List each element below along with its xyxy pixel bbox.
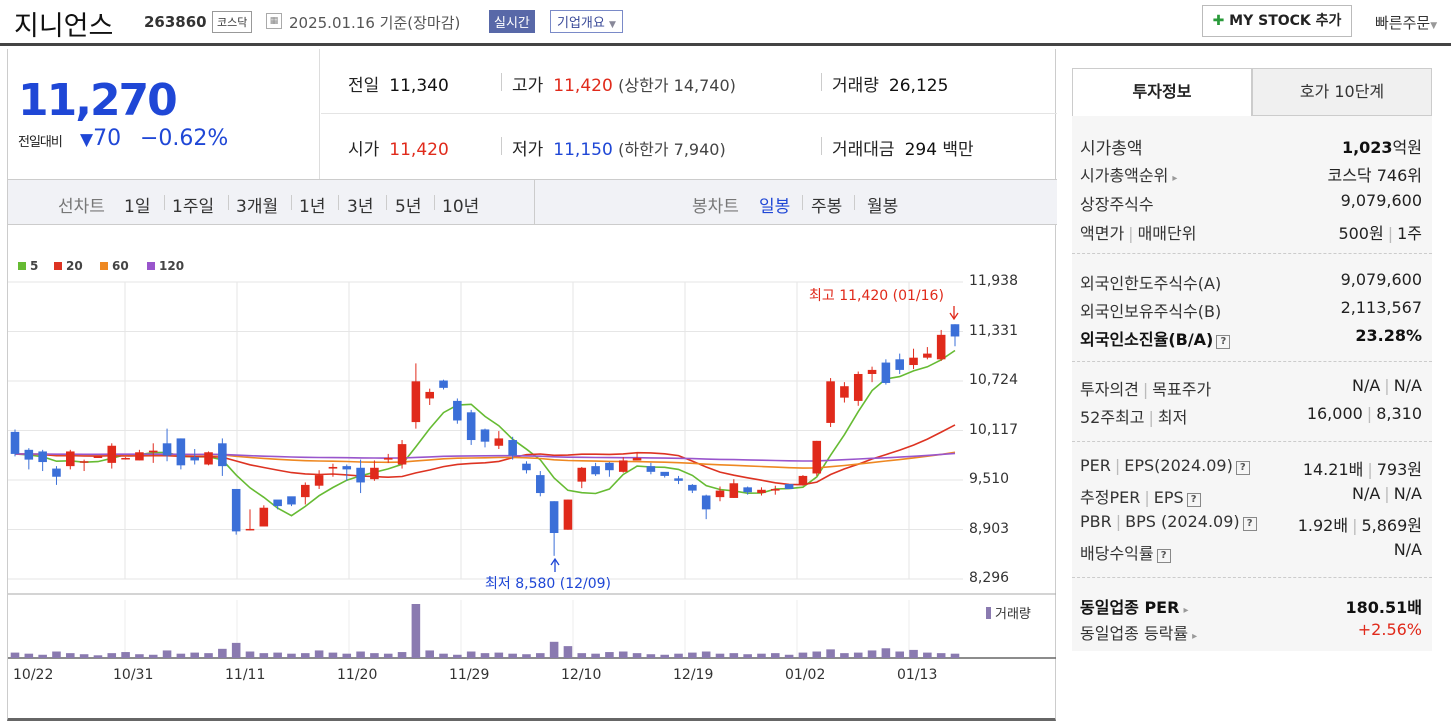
period-3m[interactable]: 3개월 bbox=[236, 192, 278, 217]
low-price: 저가 11,150 (하한가 7,940) bbox=[512, 140, 726, 160]
price-tick-label: 10,724 bbox=[969, 372, 1018, 388]
period-1y[interactable]: 1년 bbox=[299, 192, 325, 217]
open-price: 시가 11,420 bbox=[348, 140, 449, 160]
period-5y[interactable]: 5년 bbox=[395, 192, 421, 217]
estimated-per-eps: 추정PER | EPS? N/A | N/A bbox=[1080, 484, 1422, 507]
high-price: 고가 11,420 (상한가 14,740) bbox=[512, 76, 736, 96]
company-overview-dropdown[interactable]: 기업개요 ▼ bbox=[550, 10, 623, 33]
price-tick-label: 11,938 bbox=[969, 273, 1018, 289]
foreign-holding: 외국인보유주식수(B) 2,113,567 bbox=[1080, 298, 1422, 321]
stock-code: 263860 bbox=[144, 13, 207, 31]
date-tick-label: 11/11 bbox=[225, 667, 266, 683]
price-tick-label: 11,331 bbox=[969, 322, 1018, 339]
candle-chart-label: 봉차트 bbox=[692, 197, 739, 217]
date-tick-label: 12/19 bbox=[673, 667, 714, 683]
help-icon[interactable]: ? bbox=[1242, 517, 1257, 531]
calendar-icon[interactable]: ▦ bbox=[266, 13, 282, 29]
date-tick-label: 10/31 bbox=[113, 667, 154, 683]
date-tick-label: 11/29 bbox=[449, 667, 490, 683]
realtime-button[interactable]: 실시간 bbox=[489, 10, 535, 33]
candle-monthly[interactable]: 월봉 bbox=[867, 192, 898, 217]
week52-range: 52주최고 | 최저 16,000 | 8,310 bbox=[1080, 404, 1422, 427]
investment-opinion: 투자의견 | 목표주가 N/A | N/A bbox=[1080, 376, 1422, 399]
tab-order-book[interactable]: 호가 10단계 bbox=[1252, 68, 1432, 116]
industry-change[interactable]: 동일업종 등락률 ▸ +2.56% bbox=[1080, 620, 1422, 644]
price-tick-label: 8,903 bbox=[969, 520, 1010, 537]
line-chart-label: 선차트 bbox=[58, 197, 105, 217]
date-tick-label: 10/22 bbox=[13, 667, 54, 683]
foreign-ratio: 외국인소진율(B/A)? 23.28% bbox=[1080, 326, 1422, 349]
caret-right-icon: ▸ bbox=[1172, 173, 1178, 184]
date-tick-label: 01/13 bbox=[897, 667, 938, 683]
help-icon[interactable]: ? bbox=[1156, 549, 1171, 563]
per-eps: PER | EPS(2024.09)? 14.21배 | 793원 bbox=[1080, 456, 1422, 479]
price-tick-label: 10,117 bbox=[969, 421, 1018, 438]
plus-icon: ✚ bbox=[1212, 13, 1225, 29]
current-price: 11,270 bbox=[18, 75, 178, 126]
price-tick-label: 9,510 bbox=[969, 471, 1010, 487]
price-diff: ▼70 bbox=[80, 126, 122, 151]
quote-info-table: 전일 11,340 고가 11,420 (상한가 14,740) 거래량 26,125… bbox=[321, 49, 1057, 179]
stock-header: 지니언스 263860 코스닥 ▦ 2025.01.16 기준(장마감) 실시간… bbox=[0, 0, 1451, 46]
current-price-box: 11,270 전일대비 ▼70 −0.62% bbox=[8, 49, 320, 179]
chart-period-bar: 선차트 1일 1주일 3개월 1년 3년 5년 10년 봉차트 일봉 주봉 월봉 bbox=[8, 179, 1057, 225]
caret-right-icon: ▸ bbox=[1192, 631, 1198, 642]
market-badge: 코스닥 bbox=[212, 11, 253, 33]
price-tick-label: 8,296 bbox=[969, 570, 1010, 586]
chevron-down-icon: ▼ bbox=[1430, 21, 1438, 31]
caret-right-icon: ▸ bbox=[1183, 605, 1189, 616]
date-tick-label: 11/20 bbox=[337, 667, 378, 683]
industry-per[interactable]: 동일업종 PER ▸ 180.51배 bbox=[1080, 594, 1422, 618]
period-3y[interactable]: 3년 bbox=[347, 192, 373, 217]
my-stock-add-button[interactable]: ✚ MY STOCK 추가 bbox=[1202, 5, 1352, 37]
price-diff-rate: −0.62% bbox=[140, 126, 229, 151]
pbr-bps: PBR | BPS (2024.09)? 1.92배 | 5,869원 bbox=[1080, 512, 1422, 535]
candle-daily[interactable]: 일봉 bbox=[759, 192, 790, 217]
legend-ma5: 5 bbox=[18, 259, 38, 273]
par-value: 액면가 | 매매단위 500원 | 1주 bbox=[1080, 224, 1422, 243]
market-cap: 시가총액 1,023억원 bbox=[1080, 138, 1422, 159]
period-1w[interactable]: 1주일 bbox=[172, 192, 214, 217]
date-tick-label: 12/10 bbox=[561, 667, 602, 683]
legend-ma60: 60 bbox=[100, 259, 129, 273]
down-triangle-icon: ▼ bbox=[80, 130, 94, 150]
diff-label: 전일대비 bbox=[18, 135, 63, 150]
help-icon[interactable]: ? bbox=[1235, 461, 1250, 475]
volume-legend: 거래량 bbox=[986, 603, 1031, 622]
listed-shares: 상장주식수 9,079,600 bbox=[1080, 191, 1422, 214]
help-icon[interactable]: ? bbox=[1186, 493, 1201, 507]
volume: 거래량 26,125 bbox=[832, 76, 949, 96]
help-icon[interactable]: ? bbox=[1216, 335, 1231, 349]
quick-order-dropdown[interactable]: 빠른주문▼ bbox=[1375, 12, 1437, 33]
period-10y[interactable]: 10년 bbox=[442, 192, 479, 217]
trade-amount: 거래대금 294 백만 bbox=[832, 140, 974, 160]
chevron-down-icon: ▼ bbox=[608, 20, 616, 30]
legend-ma120: 120 bbox=[147, 259, 184, 273]
period-1d[interactable]: 1일 bbox=[124, 192, 150, 217]
legend-ma20: 20 bbox=[54, 259, 83, 273]
quote-panel: 11,270 전일대비 ▼70 −0.62% 전일 11,340 고가 11,420… bbox=[7, 49, 1057, 721]
quote-date: 2025.01.16 기준(장마감) bbox=[289, 14, 461, 32]
candle-weekly[interactable]: 주봉 bbox=[811, 192, 842, 217]
high-annotation: 최고 11,420 (01/16) bbox=[809, 288, 944, 304]
date-tick-label: 01/02 bbox=[785, 667, 826, 683]
market-cap-rank[interactable]: 시가총액순위 ▸ 코스닥 746위 bbox=[1080, 162, 1422, 186]
dividend-yield: 배당수익률? N/A bbox=[1080, 540, 1422, 563]
stock-name: 지니언스 bbox=[14, 11, 114, 42]
low-annotation: 최저 8,580 (12/09) bbox=[485, 576, 612, 592]
tab-investment-info[interactable]: 투자정보 bbox=[1072, 68, 1252, 116]
foreign-limit: 외국인한도주식수(A) 9,079,600 bbox=[1080, 270, 1422, 293]
prev-close: 전일 11,340 bbox=[348, 76, 449, 96]
